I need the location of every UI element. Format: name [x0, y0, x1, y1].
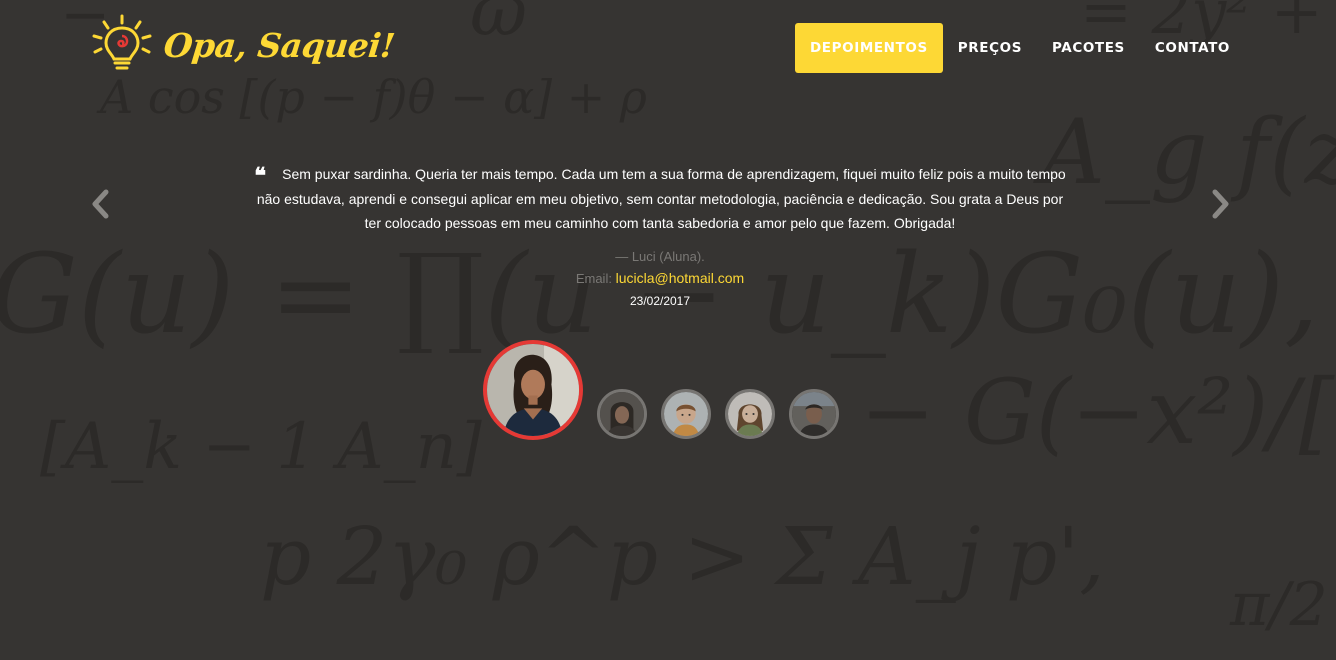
nav-item-depoimentos[interactable]: DEPOIMENTOS — [795, 23, 943, 73]
testimonial-email-link[interactable]: lucicla@hotmail.com — [616, 270, 745, 286]
testimonial-quote: ❝ Sem puxar sardinha. Queria ter mais tem… — [250, 162, 1070, 236]
chalkboard-background: − ω = 2y² + f A cos [(p − f)θ − α] + ρ A… — [0, 0, 1336, 640]
avatar-3[interactable] — [661, 389, 711, 439]
testimonial-email-line: Email: lucicla@hotmail.com — [250, 270, 1070, 287]
main-nav: DEPOIMENTOS PREÇOS PACOTES CONTATO — [795, 23, 1245, 73]
carousel-prev-button[interactable] — [87, 186, 115, 222]
avatar-luci[interactable] — [483, 340, 583, 440]
avatar-5[interactable] — [789, 389, 839, 439]
email-label: Email: — [575, 270, 612, 286]
carousel-next-button[interactable] — [1206, 186, 1234, 222]
lightbulb-logo-icon — [90, 14, 154, 77]
nav-item-contato[interactable]: CONTATO — [1140, 23, 1245, 73]
chevron-right-icon — [1206, 189, 1234, 226]
testimonial-avatars — [483, 340, 853, 440]
testimonial: ❝ Sem puxar sardinha. Queria ter mais tem… — [250, 162, 1070, 309]
testimonial-date: 23/02/2017 — [629, 293, 691, 308]
testimonial-author: — Luci (Aluna). — [615, 248, 705, 264]
brand-name: Opa, Saquei! — [161, 25, 397, 65]
avatar-4[interactable] — [725, 389, 775, 439]
nav-item-precos[interactable]: PREÇOS — [943, 23, 1037, 73]
testimonial-text: Sem puxar sardinha. Queria ter mais temp… — [256, 166, 1066, 231]
chevron-left-icon — [87, 189, 115, 226]
nav-item-pacotes[interactable]: PACOTES — [1037, 23, 1140, 73]
quote-icon: ❝ — [254, 163, 267, 189]
avatar-2[interactable] — [597, 389, 647, 439]
brand-logo[interactable]: Opa, Saquei! — [90, 14, 397, 77]
